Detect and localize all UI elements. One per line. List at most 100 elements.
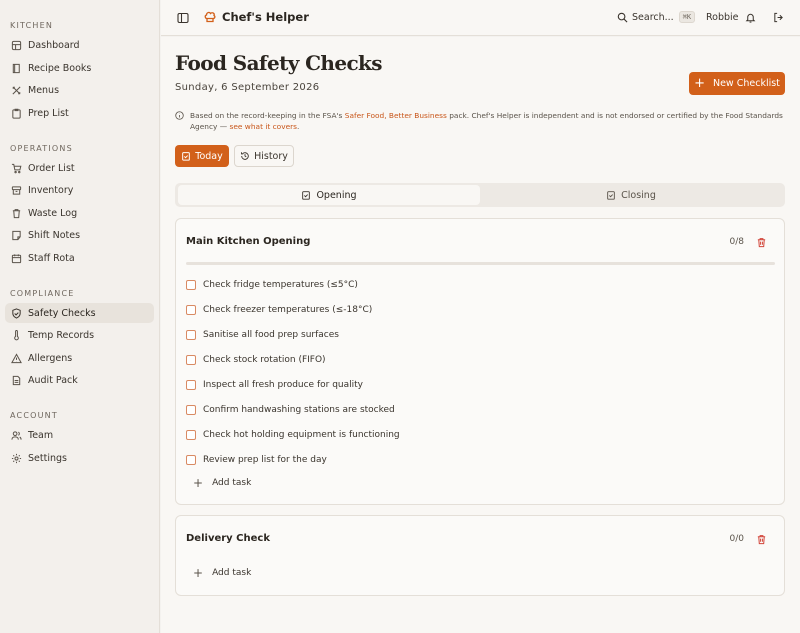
task-checkbox[interactable] — [186, 405, 196, 415]
today-button[interactable]: Today — [175, 145, 229, 167]
notifications-button[interactable] — [745, 12, 756, 23]
sidebar-item-label: Staff Rota — [28, 252, 75, 264]
thermometer-icon — [14, 329, 19, 340]
clipboard-check-icon — [182, 152, 191, 161]
add-task-button[interactable]: + Add task — [193, 567, 251, 579]
coverage-link[interactable]: see what it covers — [230, 122, 298, 131]
sidebar-item-recipe-books[interactable]: Recipe Books — [5, 58, 154, 78]
task-label: Confirm handwashing stations are stocked — [203, 405, 395, 415]
sidebar-item-label: Team — [28, 429, 54, 441]
sidebar-item-label: Temp Records — [28, 329, 95, 341]
fsa-notice: Based on the record-keeping in the FSA's… — [175, 110, 787, 132]
sidebar-item-safety-checks[interactable]: Safety Checks — [5, 303, 154, 323]
note-icon — [12, 230, 21, 240]
history-button[interactable]: History — [234, 145, 294, 167]
sidebar-item-order-list[interactable]: Order List — [5, 158, 154, 178]
dashboard-icon — [11, 40, 22, 50]
sidebar-item-menus[interactable]: Menus — [5, 80, 154, 100]
app-name: Chef's Helper — [222, 10, 309, 24]
logout-icon — [774, 12, 783, 23]
delete-checklist-button[interactable] — [756, 237, 767, 248]
sidebar-item-label: Inventory — [28, 184, 74, 196]
task-checkbox[interactable] — [186, 280, 196, 290]
task-checkbox[interactable] — [186, 430, 196, 440]
warning-icon — [11, 352, 22, 363]
task-item[interactable]: Check stock rotation (FIFO) — [186, 353, 326, 367]
trash-icon — [12, 208, 21, 218]
sidebar-item-allergens[interactable]: Allergens — [5, 348, 154, 368]
checklist-title: Delivery Check — [186, 533, 270, 544]
sidebar-section-compliance: COMPLIANCE — [10, 289, 75, 298]
delete-checklist-button[interactable] — [756, 534, 767, 545]
notice-suffix: . — [297, 122, 300, 131]
chef-hat-icon — [204, 11, 216, 23]
today-label: Today — [195, 150, 223, 162]
logout-button[interactable] — [773, 12, 784, 23]
tab-label: Closing — [621, 189, 656, 201]
add-task-button[interactable]: + Add task — [193, 477, 251, 489]
sidebar-section-kitchen: KITCHEN — [10, 21, 54, 30]
sidebar-item-label: Dashboard — [28, 39, 80, 51]
task-checkbox[interactable] — [186, 305, 196, 315]
toggle-sidebar-button[interactable] — [177, 12, 189, 24]
sidebar-toggle-icon — [177, 12, 189, 24]
sidebar-item-dashboard[interactable]: Dashboard — [5, 35, 154, 55]
task-label: Sanitise all food prep surfaces — [203, 330, 339, 340]
shield-check-icon — [12, 307, 21, 319]
sidebar-section-operations: OPERATIONS — [10, 144, 73, 153]
sidebar-item-settings[interactable]: Settings — [5, 448, 154, 468]
sidebar-item-staff-rota[interactable]: Staff Rota — [5, 248, 154, 268]
task-item[interactable]: Confirm handwashing stations are stocked — [186, 403, 395, 417]
sidebar-item-waste-log[interactable]: Waste Log — [5, 203, 154, 223]
app-brand[interactable]: Chef's Helper — [203, 10, 309, 24]
sidebar-item-temp-records[interactable]: Temp Records — [5, 325, 154, 345]
task-item[interactable]: Sanitise all food prep surfaces — [186, 328, 339, 342]
task-checkbox[interactable] — [186, 455, 196, 465]
task-checkbox[interactable] — [186, 380, 196, 390]
clipboard-check-icon — [302, 191, 311, 200]
sidebar-item-inventory[interactable]: Inventory — [5, 180, 154, 200]
page-date: Sunday, 6 September 2026 — [175, 82, 320, 93]
utensils-icon — [12, 85, 21, 95]
top-bar: Chef's Helper Search... ⌘K Robbie — [161, 0, 800, 36]
sidebar-section-account: ACCOUNT — [10, 411, 58, 420]
clipboard-check-icon — [607, 191, 615, 200]
users-icon — [11, 430, 22, 440]
task-checkbox[interactable] — [186, 330, 196, 340]
checklist-card: Main Kitchen Opening 0/8 Check fridge te… — [175, 218, 785, 505]
user-menu[interactable]: Robbie — [706, 12, 739, 23]
task-checkbox[interactable] — [186, 355, 196, 365]
sfbb-link[interactable]: Safer Food, Better Business — [345, 111, 447, 120]
task-item[interactable]: Check fridge temperatures (≤5°C) — [186, 278, 358, 292]
sidebar-item-label: Allergens — [28, 352, 73, 364]
task-item[interactable]: Review prep list for the day — [186, 453, 327, 467]
sidebar-item-shift-notes[interactable]: Shift Notes — [5, 225, 154, 245]
search-button[interactable]: Search... ⌘K — [617, 11, 696, 23]
task-item[interactable]: Inspect all fresh produce for quality — [186, 378, 363, 392]
checklist-count: 0/8 — [729, 237, 744, 247]
notice-prefix: Based on the record-keeping in the FSA's — [190, 111, 343, 120]
task-label: Inspect all fresh produce for quality — [203, 380, 363, 390]
history-icon — [241, 152, 249, 160]
task-label: Check freezer temperatures (≤-18°C) — [203, 305, 373, 315]
search-label: Search... — [632, 11, 674, 23]
sidebar-item-audit-pack[interactable]: Audit Pack — [5, 370, 154, 390]
user-name: Robbie — [706, 12, 739, 23]
add-task-label: Add task — [212, 568, 252, 578]
archive-icon — [11, 185, 22, 195]
main-content: Food Safety Checks Sunday, 6 September 2… — [161, 37, 800, 633]
task-label: Check stock rotation (FIFO) — [203, 355, 326, 365]
book-icon — [12, 63, 20, 73]
checklist-progress — [186, 262, 775, 265]
plus-icon: + — [694, 76, 705, 91]
task-item[interactable]: Check freezer temperatures (≤-18°C) — [186, 303, 372, 317]
sidebar-item-prep-list[interactable]: Prep List — [5, 103, 154, 123]
tab-opening[interactable]: Opening — [178, 185, 480, 205]
plus-icon: + — [193, 476, 204, 490]
new-checklist-button[interactable]: + New Checklist — [689, 72, 785, 95]
sidebar-item-team[interactable]: Team — [5, 425, 154, 445]
task-item[interactable]: Check hot holding equipment is functioni… — [186, 428, 400, 442]
search-icon — [617, 12, 628, 22]
sidebar-item-label: Menus — [28, 84, 60, 96]
tab-closing[interactable]: Closing — [480, 185, 782, 205]
